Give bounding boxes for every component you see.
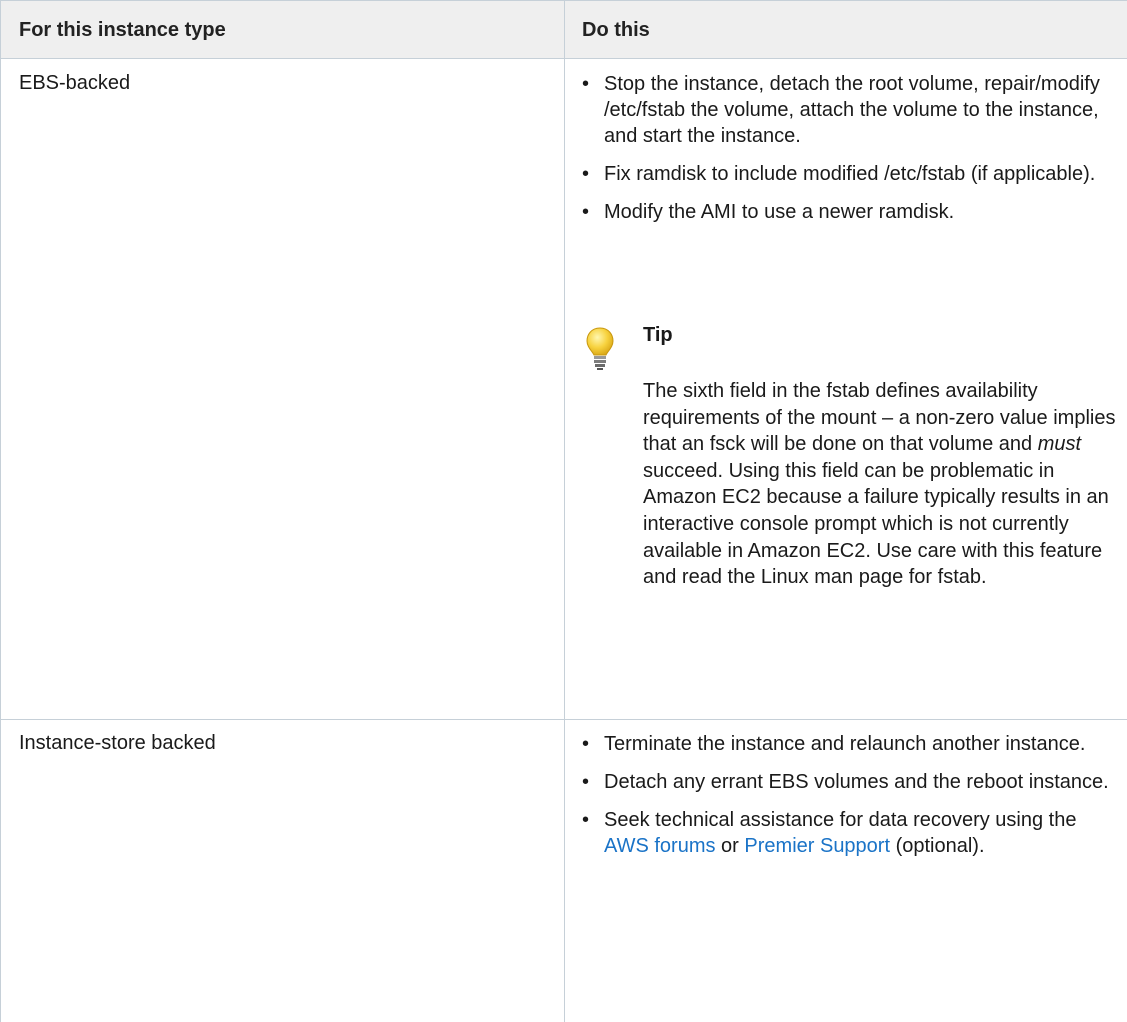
header-do-this: Do this <box>582 19 650 41</box>
left-border <box>0 0 1 1022</box>
list-item-text: or <box>715 835 745 857</box>
list-item: Stop the instance, detach the root volum… <box>582 71 1122 149</box>
instance-store-action-list: Terminate the instance and relaunch anot… <box>582 731 1122 859</box>
tip-emphasis: must <box>1037 433 1082 456</box>
aws-forums-link[interactable]: AWS forums <box>604 835 716 857</box>
header-instance-type: For this instance type <box>19 19 226 41</box>
list-item: Fix ramdisk to include modified /etc/fst… <box>582 161 1122 187</box>
row-separator <box>0 719 1127 720</box>
list-item-text: Seek technical assistance for data recov… <box>604 809 1077 831</box>
instance-type-ebs-backed: EBS-backed <box>19 72 131 94</box>
list-item: Seek technical assistance for data recov… <box>582 807 1122 859</box>
tip-body: The sixth field in the fstab defines ava… <box>643 378 1127 591</box>
lightbulb-icon <box>586 327 614 370</box>
instance-type-instance-store: Instance-store backed <box>19 732 216 754</box>
list-item: Detach any errant EBS volumes and the re… <box>582 769 1122 795</box>
list-item: Terminate the instance and relaunch anot… <box>582 731 1122 757</box>
premier-support-link[interactable]: Premier Support <box>744 835 890 857</box>
tip-title: Tip <box>643 324 673 346</box>
tip-text: succeed. Using this field can be problem… <box>643 459 1109 589</box>
list-item-text: (optional). <box>890 835 985 857</box>
ebs-action-list: Stop the instance, detach the root volum… <box>582 71 1122 225</box>
troubleshooting-table: For this instance type Do this EBS-backe… <box>0 0 1127 1022</box>
list-item: Modify the AMI to use a newer ramdisk. <box>582 199 1122 225</box>
column-divider <box>564 0 565 1022</box>
